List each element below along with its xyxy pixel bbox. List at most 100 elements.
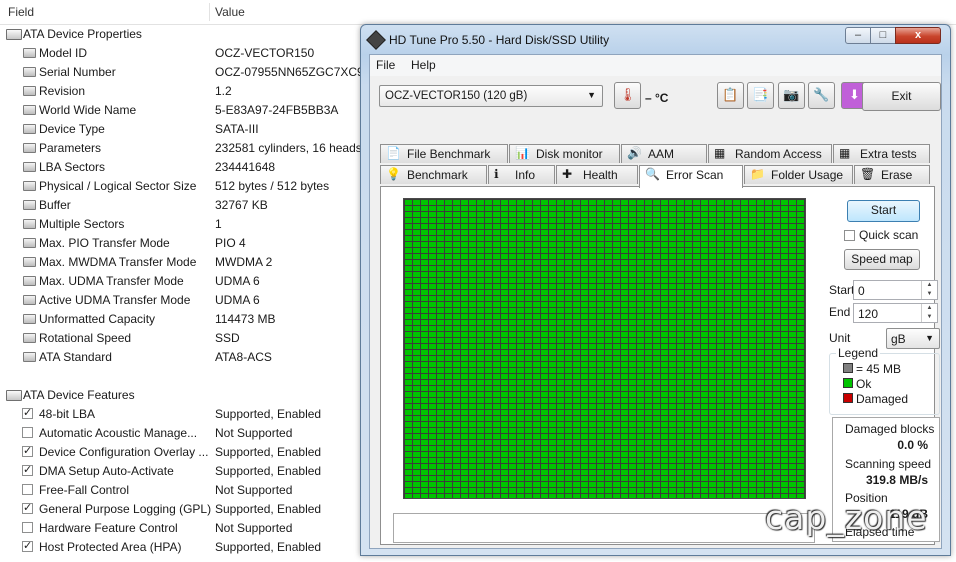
property-value: Not Supported: [215, 521, 293, 535]
spinner-arrows-icon[interactable]: ▲ ▼: [921, 281, 937, 299]
feature-checkbox[interactable]: [22, 501, 33, 514]
copy-all-button[interactable]: 📑: [747, 82, 774, 109]
tab-disk-monitor[interactable]: 📊 Disk monitor: [509, 144, 620, 163]
property-value: Supported, Enabled: [215, 540, 322, 554]
legend-box: Legend = 45 MB Ok Damaged: [829, 346, 940, 415]
feature-checkbox[interactable]: [22, 463, 33, 476]
speed-map-button[interactable]: Speed map: [844, 249, 920, 270]
property-field: Max. UDMA Transfer Mode: [39, 274, 184, 288]
column-divider[interactable]: [209, 3, 210, 21]
feature-checkbox[interactable]: [22, 444, 33, 457]
property-field: Unformatted Capacity: [39, 312, 156, 326]
tab-file-benchmark[interactable]: 📄 File Benchmark: [380, 144, 508, 163]
feature-checkbox[interactable]: [22, 406, 33, 419]
tab-label: Erase: [881, 168, 913, 182]
tab-erase[interactable]: 🗑 Erase: [854, 165, 930, 184]
property-icon: [23, 105, 36, 115]
start-field-label: Start: [829, 283, 855, 297]
options-button[interactable]: 🔧: [808, 82, 835, 109]
tab-error-scan[interactable]: 🔍 Error Scan: [639, 165, 743, 188]
property-value: Not Supported: [215, 426, 293, 440]
property-value: 1: [215, 217, 222, 231]
tab-folder-usage[interactable]: 📁 Folder Usage: [744, 165, 853, 184]
property-icon: [23, 352, 36, 362]
minimize-icon: –: [854, 29, 862, 41]
group-icon: [6, 29, 22, 40]
tab-label: Error Scan: [666, 168, 724, 182]
error-scan-icon: 🔍: [645, 167, 660, 181]
property-icon: [23, 162, 36, 172]
property-icon: [23, 48, 36, 58]
start-scan-button[interactable]: Start: [847, 200, 920, 222]
feature-checkbox[interactable]: [22, 539, 33, 552]
scan-log-box[interactable]: [393, 513, 815, 543]
random-access-icon: ▦: [714, 146, 726, 160]
tab-label: Health: [583, 168, 618, 182]
tab-random-access[interactable]: ▦ Random Access: [708, 144, 832, 163]
property-value: MWDMA 2: [215, 255, 273, 269]
temperature-button[interactable]: 🌡: [614, 82, 641, 109]
copy-icon: 📋: [722, 87, 739, 102]
health-icon: ✚: [562, 167, 573, 181]
title-bar[interactable]: HD Tune Pro 5.50 - Hard Disk/SSD Utility…: [361, 25, 950, 54]
screenshot-button[interactable]: 📷: [778, 82, 805, 109]
property-field: Host Protected Area (HPA): [39, 540, 182, 554]
property-field: 48-bit LBA: [39, 407, 96, 421]
property-value: Supported, Enabled: [215, 464, 322, 478]
tab-health[interactable]: ✚ Health: [556, 165, 638, 184]
property-field: Serial Number: [39, 65, 116, 79]
feature-checkbox[interactable]: [22, 427, 33, 438]
damaged-blocks-label: Damaged blocks: [845, 422, 935, 436]
property-field: Max. PIO Transfer Mode: [39, 236, 170, 250]
red-swatch-icon: [843, 393, 853, 403]
property-icon: [23, 333, 36, 343]
property-value: OCZ-VECTOR150: [215, 46, 315, 60]
property-value: 1.2: [215, 84, 232, 98]
copy-button[interactable]: 📋: [717, 82, 744, 109]
tab-extra-tests[interactable]: ▦ Extra tests: [833, 144, 930, 163]
end-spinner[interactable]: 120 ▲ ▼: [853, 303, 938, 323]
property-field: Physical / Logical Sector Size: [39, 179, 197, 193]
menu-help[interactable]: Help: [411, 58, 436, 72]
feature-checkbox[interactable]: [22, 522, 33, 533]
property-value: Not Supported: [215, 483, 293, 497]
property-icon: [23, 124, 36, 134]
column-header-value[interactable]: Value: [215, 5, 245, 19]
wrench-icon: 🔧: [813, 87, 830, 102]
thermometer-icon: 🌡: [619, 87, 636, 102]
unit-select[interactable]: gB ▼: [886, 328, 940, 349]
property-value: UDMA 6: [215, 293, 260, 307]
end-value: 120: [858, 307, 879, 321]
tab-label: Extra tests: [860, 147, 917, 161]
start-spinner[interactable]: 0 ▲ ▼: [853, 280, 938, 300]
property-field: Free-Fall Control: [39, 483, 130, 497]
tab-benchmark[interactable]: 💡 Benchmark: [380, 165, 487, 184]
property-field: Active UDMA Transfer Mode: [39, 293, 191, 307]
property-field: Parameters: [39, 141, 102, 155]
legend-item-block-size: = 45 MB: [843, 362, 901, 376]
exit-button[interactable]: Exit: [862, 82, 941, 111]
menu-file[interactable]: File: [376, 58, 395, 72]
tab-info[interactable]: ℹ Info: [488, 165, 555, 184]
camera-icon: 📷: [783, 87, 800, 102]
extra-tests-icon: ▦: [839, 146, 851, 160]
feature-checkbox[interactable]: [22, 484, 33, 495]
aam-icon: 🔊: [627, 146, 642, 160]
unit-value: gB: [891, 332, 906, 346]
start-value: 0: [858, 284, 865, 298]
unit-label: Unit: [829, 331, 851, 345]
spinner-arrows-icon[interactable]: ▲ ▼: [921, 304, 937, 322]
property-field: ATA Standard: [39, 350, 112, 364]
property-field: Buffer: [39, 198, 71, 212]
quick-scan-checkbox[interactable]: Quick scan: [844, 228, 918, 242]
drive-select[interactable]: OCZ-VECTOR150 (120 gB) ▼: [379, 85, 603, 107]
column-header-field[interactable]: Field: [8, 5, 34, 19]
tab-aam[interactable]: 🔊 AAM: [621, 144, 707, 163]
maximize-button[interactable]: □: [870, 27, 896, 44]
minimize-button[interactable]: –: [845, 27, 871, 44]
property-field: Hardware Feature Control: [39, 521, 178, 535]
close-button[interactable]: x: [895, 27, 941, 44]
property-value: SSD: [215, 331, 240, 345]
window-title: HD Tune Pro 5.50 - Hard Disk/SSD Utility: [389, 33, 610, 47]
property-field: General Purpose Logging (GPL): [39, 502, 212, 516]
